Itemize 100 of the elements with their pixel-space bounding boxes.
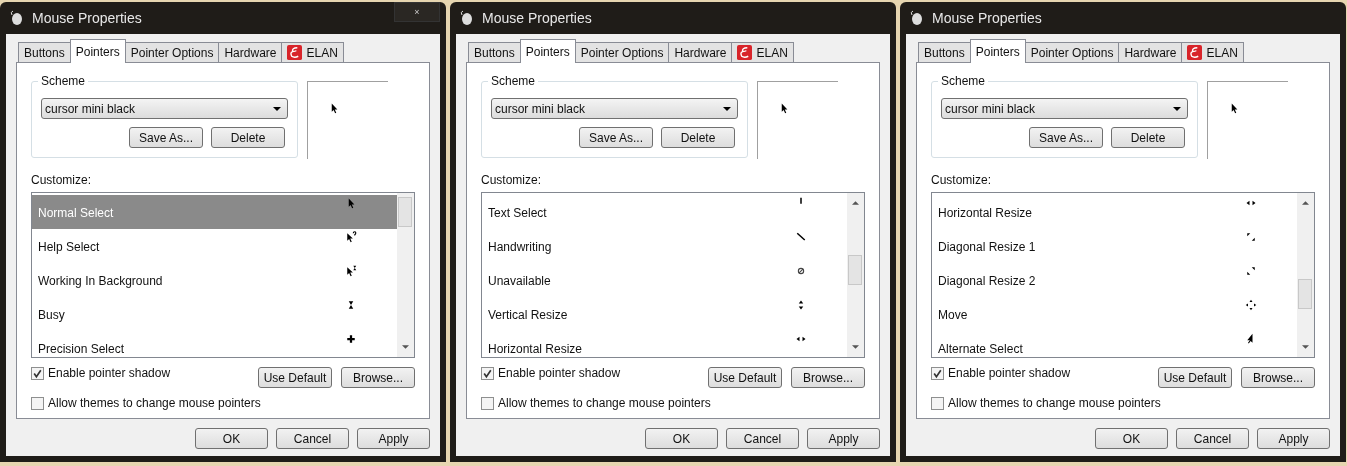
tab[interactable]: Hardware — [668, 42, 733, 62]
cursor-list-item[interactable]: Handwriting — [482, 229, 847, 263]
help-cursor-icon — [345, 231, 357, 243]
checkbox[interactable] — [31, 396, 44, 410]
dialog-button[interactable]: Apply — [357, 428, 430, 449]
scroll-thumb[interactable] — [1298, 279, 1312, 309]
tab[interactable]: Buttons — [918, 42, 971, 62]
cursor-list-item[interactable]: Unavailable — [482, 263, 847, 297]
checkbox[interactable] — [31, 366, 44, 380]
crosshair-icon — [345, 333, 357, 345]
dialog-button[interactable]: Cancel — [726, 428, 799, 449]
tab[interactable]: Hardware — [218, 42, 283, 62]
cursor-list-item[interactable]: Busy — [32, 297, 397, 331]
scheme-dropdown[interactable]: cursor mini black — [41, 98, 288, 119]
checkbox-label: Allow themes to change mouse pointers — [948, 396, 1161, 410]
cursor-list-item[interactable]: Help Select — [32, 229, 397, 263]
scrollbar[interactable] — [397, 193, 414, 357]
tab[interactable]: Pointer Options — [1024, 42, 1120, 62]
cursor-list-item[interactable]: Text Select — [482, 195, 847, 229]
cursor-list-item[interactable]: Alternate Select — [932, 331, 1297, 357]
checkbox-label: Allow themes to change mouse pointers — [48, 396, 261, 410]
checkbox-label: Allow themes to change mouse pointers — [498, 396, 711, 410]
window-title: Mouse Properties — [32, 10, 143, 26]
logo-icon — [287, 45, 303, 60]
scroll-up-icon[interactable] — [1302, 201, 1309, 205]
scheme-dropdown[interactable]: cursor mini black — [491, 98, 738, 119]
scheme-button[interactable]: Delete — [661, 127, 735, 148]
tab[interactable]: Buttons — [18, 42, 71, 62]
cursor-list-item[interactable]: Diagonal Resize 1 — [932, 229, 1297, 263]
cursor-list-item[interactable]: Move — [932, 297, 1297, 331]
cursor-list-item[interactable]: Working In Background — [32, 263, 397, 297]
scrollbar[interactable] — [1297, 193, 1314, 357]
customize-label: Customize: — [481, 173, 543, 187]
group-label: Scheme — [38, 74, 89, 88]
tab[interactable]: ELAN — [1181, 42, 1244, 62]
dialog-button[interactable]: Cancel — [1176, 428, 1249, 449]
cursor-list-item[interactable]: Diagonal Resize 2 — [932, 263, 1297, 297]
scheme-button[interactable]: Delete — [1111, 127, 1185, 148]
scroll-down-icon[interactable] — [402, 345, 409, 349]
tab[interactable]: ELAN — [281, 42, 344, 62]
mouse-icon — [458, 10, 474, 26]
list-button[interactable]: Browse... — [341, 367, 415, 388]
scheme-button[interactable]: Save As... — [1029, 127, 1103, 148]
logo-icon — [737, 45, 753, 60]
pen-cursor-icon — [795, 231, 807, 243]
customize-label: Customize: — [931, 173, 993, 187]
checkbox[interactable] — [481, 366, 494, 380]
checkbox[interactable] — [931, 396, 944, 410]
dialog-button[interactable]: Cancel — [276, 428, 349, 449]
tab[interactable]: ELAN — [731, 42, 794, 62]
diagonal-resize-icon — [1245, 265, 1257, 277]
scheme-button[interactable]: Save As... — [129, 127, 203, 148]
cursor-list-item[interactable]: Horizontal Resize — [482, 331, 847, 357]
list-button[interactable]: Browse... — [791, 367, 865, 388]
dialog-button[interactable]: OK — [195, 428, 268, 449]
list-button[interactable]: Use Default — [708, 367, 782, 388]
dialog-button[interactable]: Apply — [807, 428, 880, 449]
group-label: Scheme — [938, 74, 989, 88]
tab[interactable]: Pointers — [519, 39, 576, 63]
move-icon — [1245, 299, 1257, 311]
checkbox[interactable] — [931, 366, 944, 380]
dialog-button[interactable]: OK — [1095, 428, 1168, 449]
scroll-thumb[interactable] — [848, 255, 862, 285]
scroll-down-icon[interactable] — [1302, 345, 1309, 349]
close-button[interactable]: × — [394, 2, 440, 22]
caret-icon — [723, 106, 731, 111]
cursor-list-item[interactable]: Precision Select — [32, 331, 397, 357]
caret-icon — [1173, 106, 1181, 111]
dialog-button[interactable]: OK — [645, 428, 718, 449]
scroll-up-icon[interactable] — [852, 201, 859, 205]
mouse-icon — [908, 10, 924, 26]
scroll-thumb[interactable] — [398, 197, 412, 227]
list-button[interactable]: Use Default — [1158, 367, 1232, 388]
dialog-button[interactable]: Apply — [1257, 428, 1330, 449]
group-label: Scheme — [488, 74, 539, 88]
tab[interactable]: Pointer Options — [124, 42, 220, 62]
unavailable-icon — [795, 265, 807, 277]
tab[interactable]: Pointers — [969, 39, 1026, 63]
scroll-down-icon[interactable] — [852, 345, 859, 349]
window-title: Mouse Properties — [482, 10, 593, 26]
tab[interactable]: Buttons — [468, 42, 521, 62]
cursor-list-item[interactable]: Vertical Resize — [482, 297, 847, 331]
tab[interactable]: Hardware — [1118, 42, 1183, 62]
scheme-button[interactable]: Save As... — [579, 127, 653, 148]
window-title: Mouse Properties — [932, 10, 1043, 26]
checkbox-label: Enable pointer shadow — [948, 366, 1071, 380]
list-button[interactable]: Use Default — [258, 367, 332, 388]
mouse-icon — [8, 10, 24, 26]
cursor-list-item[interactable]: Horizontal Resize — [932, 195, 1297, 229]
scheme-dropdown[interactable]: cursor mini black — [941, 98, 1188, 119]
tab[interactable]: Pointers — [69, 39, 126, 63]
working-cursor-icon — [345, 265, 357, 277]
scheme-button[interactable]: Delete — [211, 127, 285, 148]
list-button[interactable]: Browse... — [1241, 367, 1315, 388]
checkbox-label: Enable pointer shadow — [48, 366, 171, 380]
logo-icon — [1187, 45, 1203, 60]
checkbox[interactable] — [481, 396, 494, 410]
scrollbar[interactable] — [847, 193, 864, 357]
tab[interactable]: Pointer Options — [574, 42, 670, 62]
checkbox-label: Enable pointer shadow — [498, 366, 621, 380]
